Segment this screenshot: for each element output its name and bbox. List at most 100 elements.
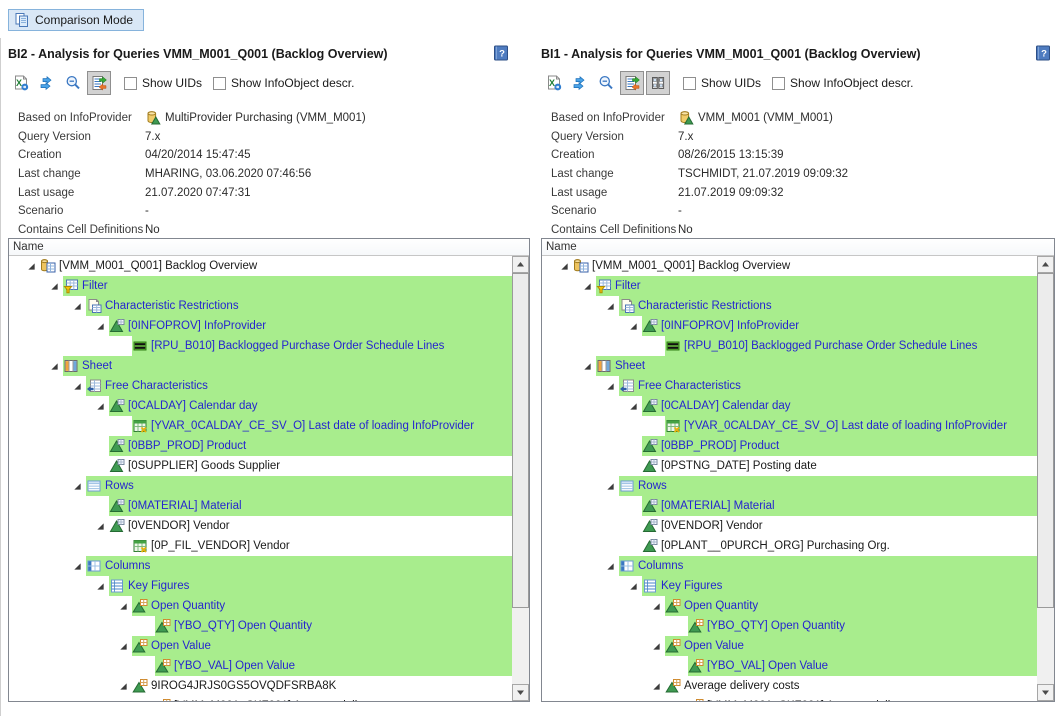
scroll-down-button[interactable] (512, 684, 529, 701)
tree-row[interactable]: f[VMM_M001_CKF001] Average delivery cost… (9, 696, 512, 701)
expander-icon[interactable] (72, 381, 82, 391)
scroll-down-button[interactable] (1037, 684, 1054, 701)
expander-icon[interactable] (49, 361, 59, 371)
expander-icon[interactable] (559, 261, 569, 271)
tree-row[interactable]: Filter (9, 276, 512, 296)
swap-arrows-button[interactable] (568, 71, 592, 95)
expander-icon[interactable] (72, 301, 82, 311)
expander-icon[interactable] (605, 301, 615, 311)
tree-row[interactable]: [YVAR_0CALDAY_CE_SV_O] Last date of load… (542, 416, 1037, 436)
tree-row[interactable]: [YBO_VAL] Open Value (9, 656, 512, 676)
expander-icon[interactable] (95, 521, 105, 531)
compare-lists-button[interactable] (87, 71, 111, 95)
help-icon[interactable]: ? (493, 45, 509, 61)
tree-row[interactable]: [YVAR_0CALDAY_CE_SV_O] Last date of load… (9, 416, 512, 436)
tree-row[interactable]: Sheet (542, 356, 1037, 376)
excel-export-button[interactable]: X (542, 71, 566, 95)
tree-row[interactable]: [0INFOPROV] InfoProvider (542, 316, 1037, 336)
swap-arrows-button[interactable] (35, 71, 59, 95)
tree-row[interactable]: [YBO_QTY] Open Quantity (9, 616, 512, 636)
show-infoobject-descr-checkbox[interactable]: Show InfoObject descr. (213, 76, 354, 90)
tree-row[interactable]: Free Characteristics (542, 376, 1037, 396)
tree-row[interactable]: Rows (9, 476, 512, 496)
tree-row[interactable]: Key Figures (542, 576, 1037, 596)
tree-row[interactable]: Free Characteristics (9, 376, 512, 396)
expander-icon[interactable] (72, 561, 82, 571)
expander-icon[interactable] (118, 601, 128, 611)
expander-icon[interactable] (26, 261, 36, 271)
expander-icon[interactable] (651, 641, 661, 651)
show-uids-checkbox[interactable]: Show UIDs (683, 76, 761, 90)
tree-row[interactable]: [0P_FIL_VENDOR] Vendor (9, 536, 512, 556)
scrollbar-thumb[interactable] (1037, 273, 1054, 608)
expander-icon[interactable] (118, 681, 128, 691)
tree-row[interactable]: Key Figures (9, 576, 512, 596)
property-label: Based on InfoProvider (551, 112, 678, 124)
tree-row[interactable]: Columns (9, 556, 512, 576)
tree-row[interactable]: Characteristic Restrictions (542, 296, 1037, 316)
tree-row[interactable]: [0INFOPROV] InfoProvider (9, 316, 512, 336)
expander-icon[interactable] (72, 481, 82, 491)
tree-row[interactable]: Columns (542, 556, 1037, 576)
tree-row[interactable]: Open Quantity (542, 596, 1037, 616)
expander-icon[interactable] (605, 481, 615, 491)
scroll-up-button[interactable] (512, 256, 529, 273)
tree-column-header[interactable]: Name (542, 239, 1054, 256)
zoom-out-button[interactable] (594, 71, 618, 95)
tree-row[interactable]: Sheet (9, 356, 512, 376)
tree-row[interactable]: Open Quantity (9, 596, 512, 616)
tree-row[interactable]: [0CALDAY] Calendar day (542, 396, 1037, 416)
tree-row[interactable]: Open Value (9, 636, 512, 656)
tree-row[interactable]: 9IROG4JRJS0GS5OVQDFSRBA8K (9, 676, 512, 696)
tree-row[interactable]: [YBO_VAL] Open Value (542, 656, 1037, 676)
tree-row[interactable]: [0PSTNG_DATE] Posting date (542, 456, 1037, 476)
tree-row[interactable]: Average delivery costs (542, 676, 1037, 696)
scrollbar-thumb[interactable] (512, 273, 529, 608)
tree-row[interactable]: [0PLANT__0PURCH_ORG] Purchasing Org. (542, 536, 1037, 556)
tree-row[interactable]: [0MATERIAL] Material (9, 496, 512, 516)
tree-row[interactable]: Rows (542, 476, 1037, 496)
expander-icon[interactable] (628, 321, 638, 331)
expander-icon[interactable] (95, 321, 105, 331)
tree-row[interactable]: [0CALDAY] Calendar day (9, 396, 512, 416)
compare-lists-button[interactable] (620, 71, 644, 95)
expander-icon[interactable] (605, 561, 615, 571)
tree-row[interactable]: [0BBP_PROD] Product (9, 436, 512, 456)
comparison-mode-button[interactable]: Comparison Mode (8, 9, 144, 31)
show-uids-checkbox[interactable]: Show UIDs (124, 76, 202, 90)
tree-row[interactable]: [0VENDOR] Vendor (9, 516, 512, 536)
expander-icon[interactable] (628, 581, 638, 591)
expander-icon[interactable] (605, 381, 615, 391)
tree-row[interactable]: [0VENDOR] Vendor (542, 516, 1037, 536)
expander-icon[interactable] (628, 401, 638, 411)
tree-row[interactable]: [0BBP_PROD] Product (542, 436, 1037, 456)
expander-icon[interactable] (582, 361, 592, 371)
tree-row[interactable]: [RPU_B010] Backlogged Purchase Order Sch… (542, 336, 1037, 356)
tree-row[interactable]: [YBO_QTY] Open Quantity (542, 616, 1037, 636)
zoom-out-button[interactable] (61, 71, 85, 95)
tree-row[interactable]: [RPU_B010] Backlogged Purchase Order Sch… (9, 336, 512, 356)
expander-icon[interactable] (95, 401, 105, 411)
scroll-up-button[interactable] (1037, 256, 1054, 273)
show-infoobject-descr-checkbox[interactable]: Show InfoObject descr. (772, 76, 913, 90)
vertical-scrollbar[interactable] (1037, 256, 1054, 701)
expander-icon[interactable] (582, 281, 592, 291)
grid-pair-button[interactable] (646, 71, 670, 95)
tree-row[interactable]: f[VMM_M001_CKF001] Average delivery cost… (542, 696, 1037, 701)
tree-row[interactable]: [VMM_M001_Q001] Backlog Overview (9, 256, 512, 276)
tree-row[interactable]: Open Value (542, 636, 1037, 656)
help-icon[interactable]: ? (1035, 45, 1051, 61)
expander-icon[interactable] (118, 641, 128, 651)
expander-icon[interactable] (651, 681, 661, 691)
expander-icon[interactable] (49, 281, 59, 291)
tree-row[interactable]: [VMM_M001_Q001] Backlog Overview (542, 256, 1037, 276)
tree-row[interactable]: Filter (542, 276, 1037, 296)
vertical-scrollbar[interactable] (512, 256, 529, 701)
expander-icon[interactable] (95, 581, 105, 591)
tree-row[interactable]: [0MATERIAL] Material (542, 496, 1037, 516)
tree-column-header[interactable]: Name (9, 239, 529, 256)
tree-row[interactable]: Characteristic Restrictions (9, 296, 512, 316)
tree-row[interactable]: [0SUPPLIER] Goods Supplier (9, 456, 512, 476)
excel-export-button[interactable]: X (9, 71, 33, 95)
expander-icon[interactable] (651, 601, 661, 611)
